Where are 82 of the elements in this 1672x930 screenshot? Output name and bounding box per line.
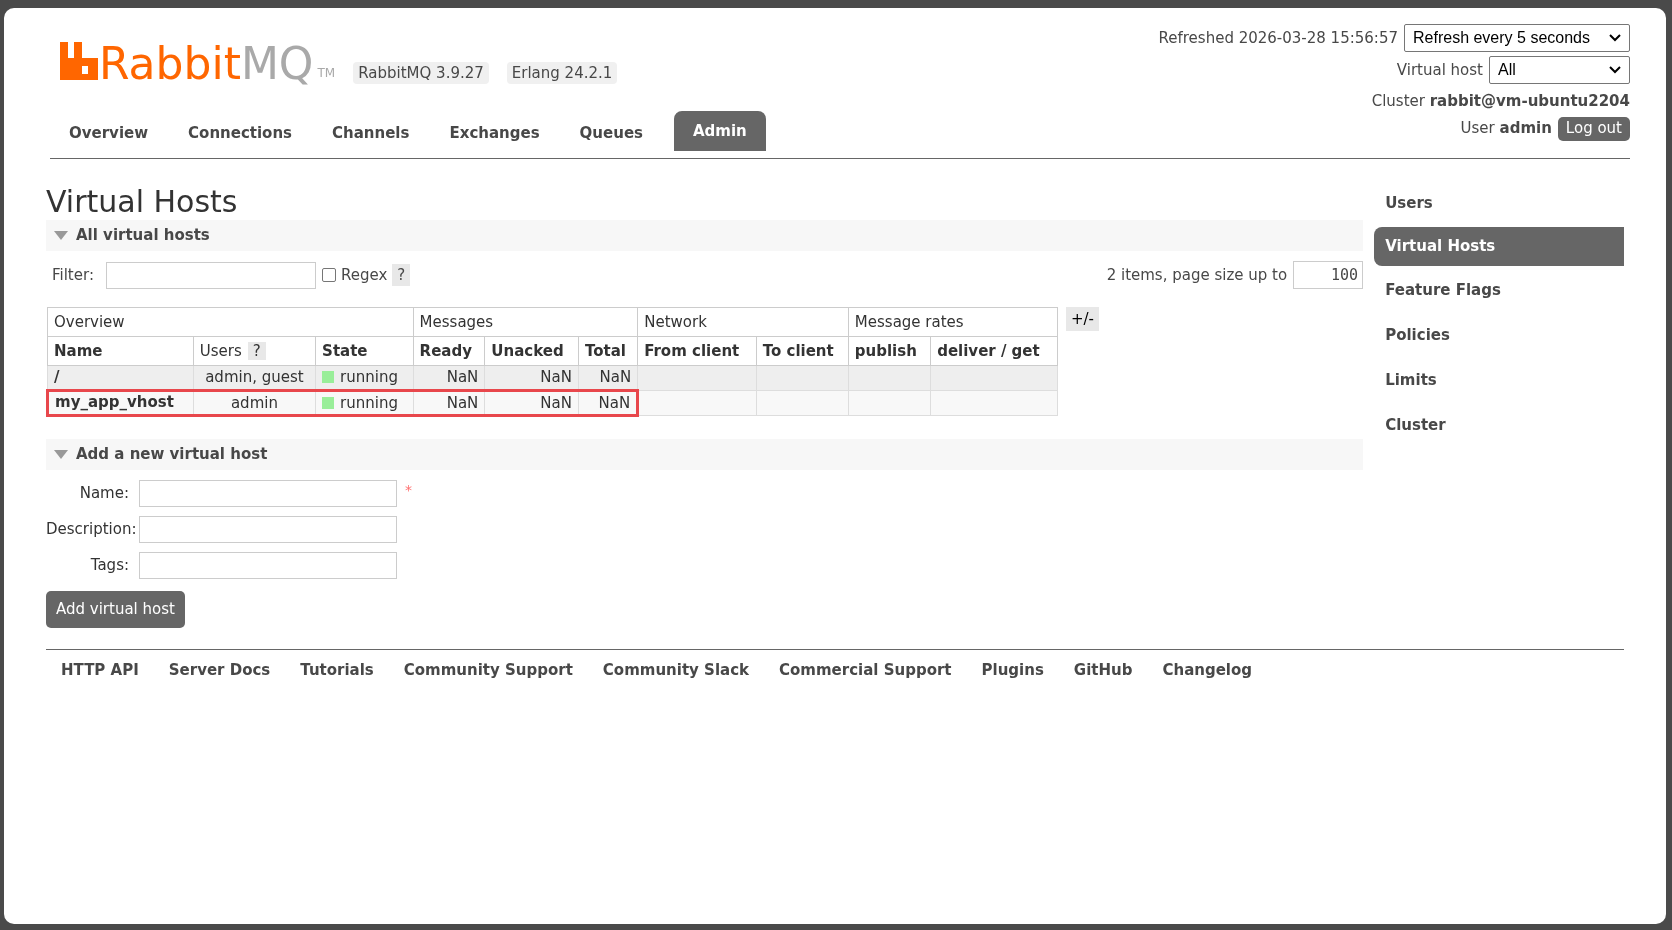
table-cell: NaN [578,390,638,416]
dropdown-caret-icon [1609,66,1621,74]
vhost-name-link[interactable]: my_app_vhost [47,390,194,416]
trademark: TM [317,65,336,82]
help-button[interactable]: ? [392,264,411,286]
required-mark: * [405,481,412,500]
column-group-header: Overview [47,307,414,337]
vhost-name-link[interactable]: / [47,365,194,390]
page-size-field[interactable]: 100 [1293,261,1364,289]
column-header: deliver / get [930,336,1058,366]
section-title: Add a new virtual host [76,444,268,466]
column-header: From client [637,336,757,366]
field-label: Description: [46,519,138,541]
help-button[interactable]: ? [247,341,266,360]
table-cell: admin [193,390,316,416]
section-header[interactable]: Add a new virtual host [46,439,1364,470]
footer-link[interactable]: Changelog [1162,659,1253,682]
nav-tab[interactable]: Exchanges [430,115,559,151]
column-header: Ready [413,336,485,366]
logo-text: Rabbit [99,42,241,86]
status-text: running [340,393,398,412]
column-header: State [315,336,414,366]
sidebar-item[interactable]: Virtual Hosts [1374,227,1624,266]
column-group-header: Network [637,307,849,337]
virtual-host-label: Virtual host [1396,59,1483,81]
virtual-host-select[interactable]: All [1489,56,1630,84]
column-group-header: Message rates [848,307,1058,337]
column-group-header: Messages [413,307,638,337]
filter-field[interactable] [105,261,316,289]
footer-link[interactable]: Commercial Support [779,659,952,682]
text-field[interactable] [139,516,397,543]
column-header: Total [578,336,638,366]
sidebar-item[interactable]: Users [1374,182,1624,224]
refreshed-time: Refreshed 2026-03-28 15:56:57 [1158,27,1398,49]
table-cell: NaN [413,390,485,416]
logout-button[interactable]: Log out [1557,116,1630,141]
items-count: 2 items, page size up to [1106,264,1288,286]
dropdown-caret-icon [1609,34,1621,42]
column-header: Name [47,336,194,366]
footer-link[interactable]: Plugins [981,659,1044,682]
section-title: All virtual hosts [76,225,210,247]
columns-toggle-button[interactable]: +/- [1066,307,1100,331]
regex-label: Regex [340,264,388,286]
logo-icon [60,42,98,80]
text-field[interactable] [139,552,397,579]
status-square-icon [322,371,335,383]
column-header: Unacked [484,336,579,366]
user-info: User admin [1460,118,1552,140]
nav-tab[interactable]: Queues [560,115,662,151]
cluster-info: Cluster rabbit@vm-ubuntu2204 [1371,91,1630,112]
footer-link[interactable]: Server Docs [168,659,271,682]
sidebar-item[interactable]: Policies [1374,314,1624,356]
add-virtual-host-button[interactable]: Add virtual host [46,591,185,628]
page-title: Virtual Hosts [46,184,239,220]
nav-tab[interactable]: Connections [169,115,312,151]
column-header: Users [199,341,242,360]
version-badge: RabbitMQ 3.9.27 [353,62,489,84]
table-cell: NaN [484,390,579,416]
footer-link[interactable]: Community Support [403,659,573,682]
text-field[interactable] [139,480,397,507]
sidebar-item[interactable]: Limits [1374,359,1624,401]
footer-link[interactable]: Tutorials [300,659,374,682]
status-square-icon [322,396,335,409]
footer-link[interactable]: GitHub [1073,659,1133,682]
column-header: To client [756,336,849,366]
sidebar-item[interactable]: Cluster [1374,404,1624,446]
footer-link[interactable]: HTTP API [61,659,139,682]
field-label: Name: [78,483,130,505]
version-badge: Erlang 24.2.1 [506,62,618,84]
footer-link[interactable]: Community Slack [602,659,750,682]
filter-label: Filter: [52,264,94,286]
field-label: Tags: [89,555,130,577]
nav-tab[interactable]: Overview [50,115,168,151]
regex-checkbox[interactable] [321,268,336,282]
nav-tab[interactable]: Channels [313,115,429,151]
refresh-select[interactable]: Refresh every 5 seconds [1404,24,1630,52]
nav-tab[interactable]: Admin [674,111,766,151]
section-header[interactable]: All virtual hosts [46,220,1364,251]
logo-text: MQ [240,42,314,86]
status-text: running [340,368,398,386]
column-header: publish [848,336,931,366]
sidebar-item[interactable]: Feature Flags [1374,269,1624,311]
